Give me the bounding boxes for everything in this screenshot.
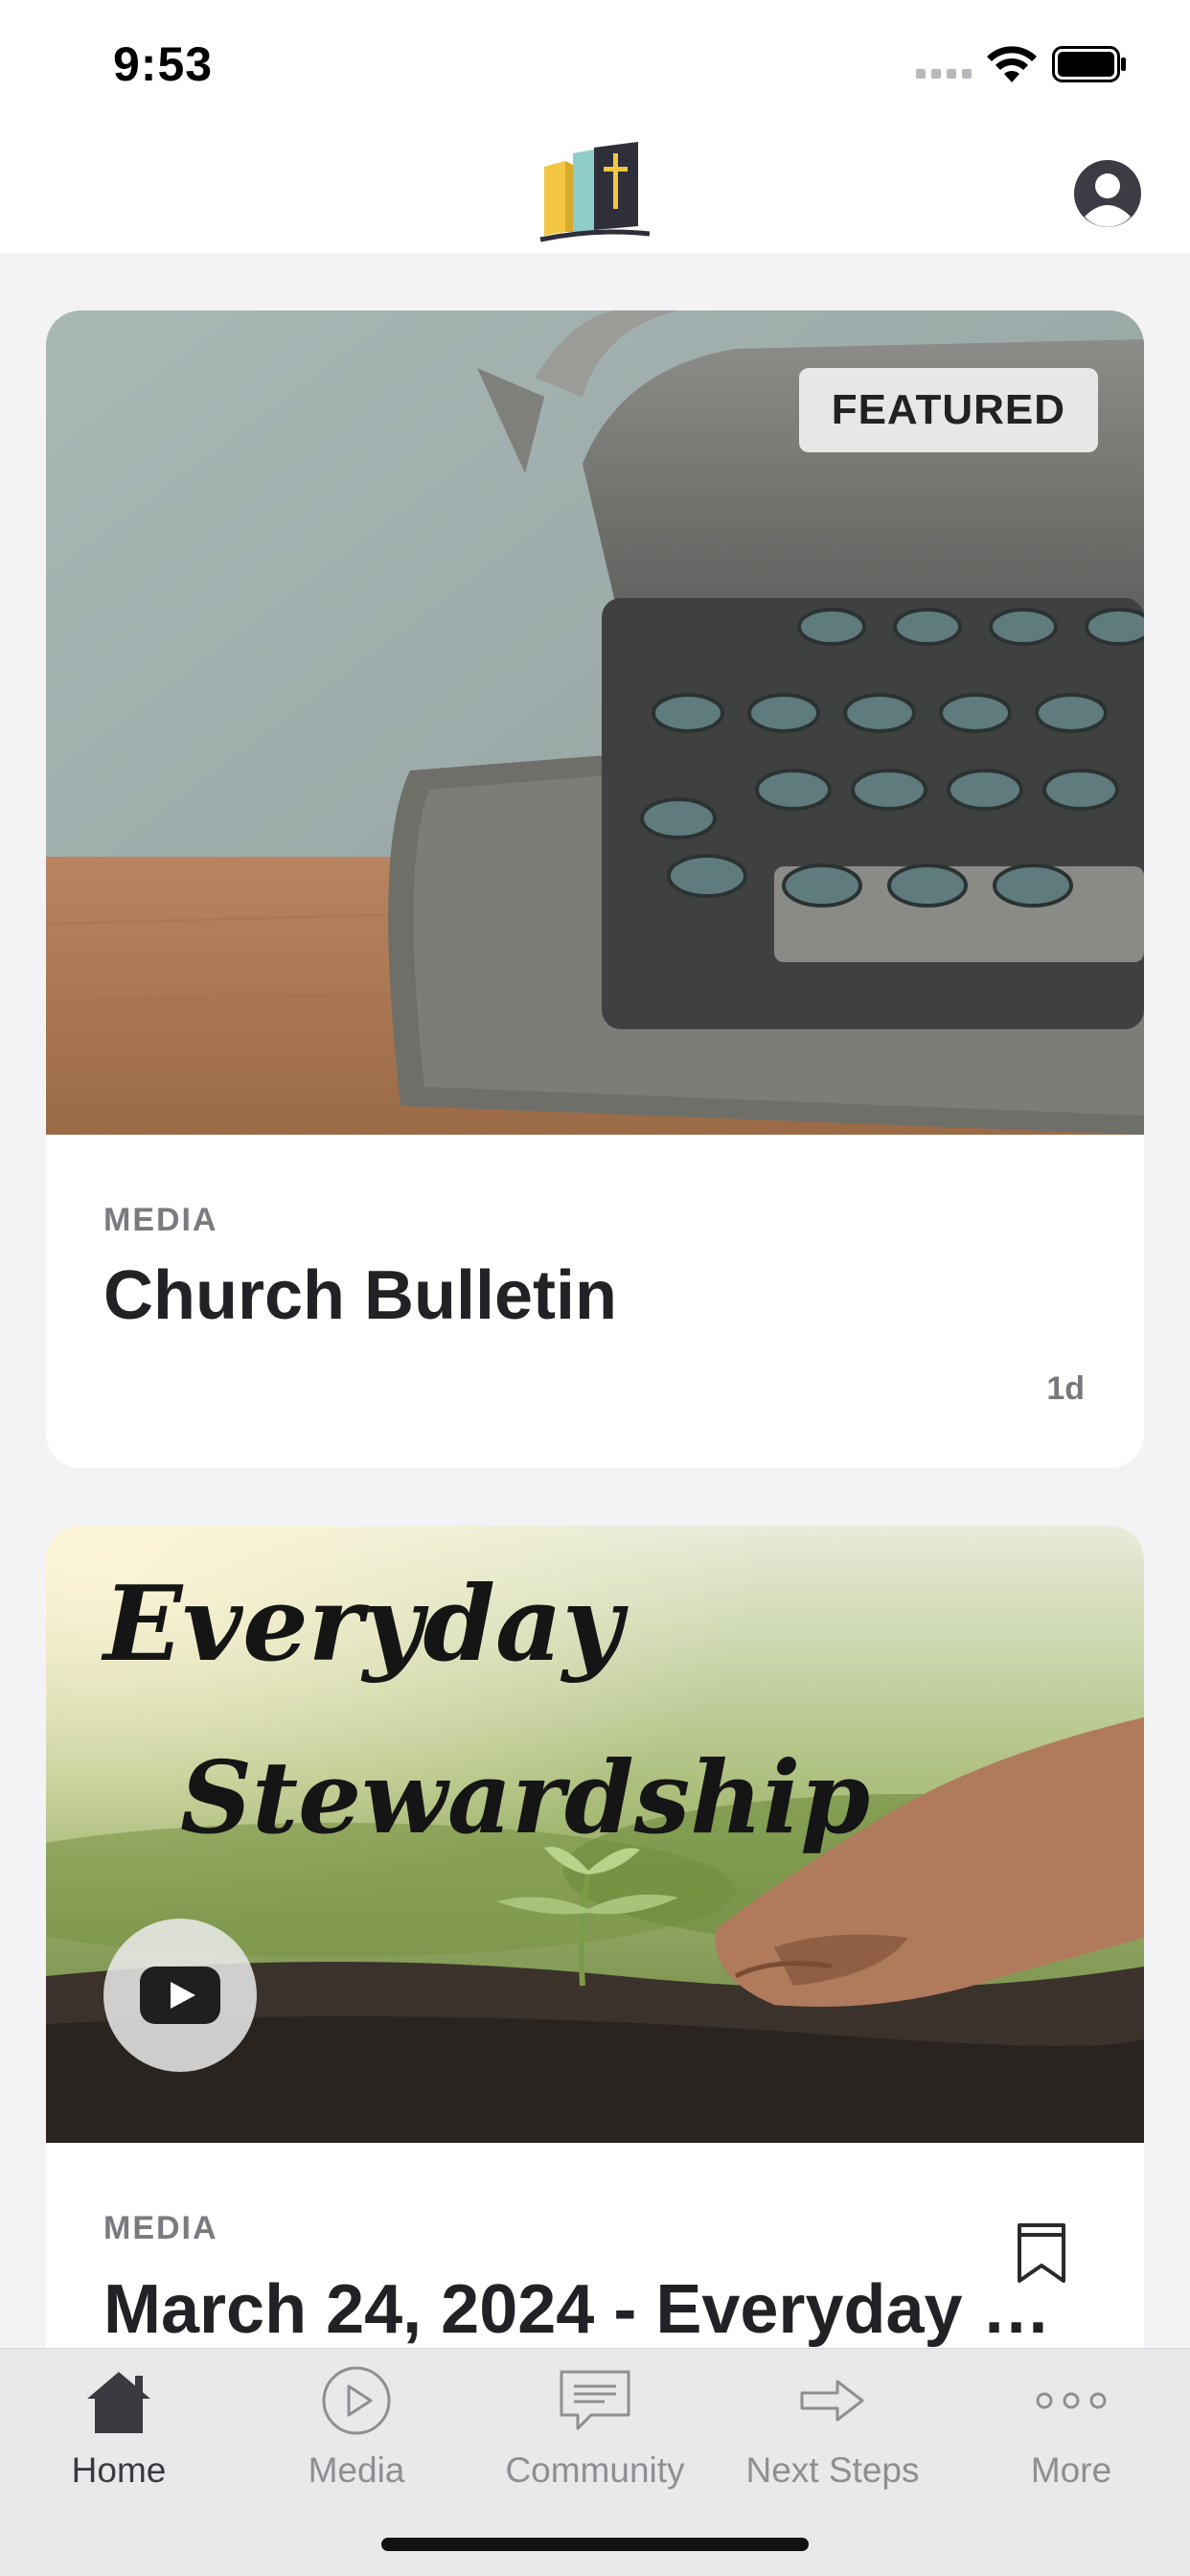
card-image-stewardship: Everyday Stewardship <box>46 1526 1144 2143</box>
card-age: 1d <box>1046 1370 1085 1407</box>
tab-next-steps[interactable]: Next Steps <box>714 2349 951 2502</box>
tab-more[interactable]: More <box>952 2349 1190 2502</box>
chat-bubble-icon <box>560 2370 630 2430</box>
play-circle-icon <box>322 2366 391 2435</box>
cellular-signal-icon <box>916 69 972 79</box>
featured-badge: FEATURED <box>798 368 1098 452</box>
tab-label: Community <box>505 2450 685 2490</box>
play-video-button[interactable] <box>103 1919 257 2072</box>
featured-card[interactable]: FEATURED MEDIA Church Bulletin 1d <box>46 310 1144 1468</box>
card-category: MEDIA <box>103 1202 218 1238</box>
tab-label: Home <box>71 2450 167 2490</box>
media-card[interactable]: Everyday Stewardship MEDIA March 24, 202… <box>46 1526 1144 2348</box>
status-bar: 9:53 <box>0 0 1190 128</box>
church-logo-icon <box>539 142 651 242</box>
tab-label: Next Steps <box>745 2450 920 2490</box>
tab-home[interactable]: Home <box>0 2349 238 2502</box>
home-icon <box>87 2372 150 2433</box>
bookmark-icon[interactable] <box>1016 2221 1067 2285</box>
home-indicator[interactable] <box>381 2538 809 2551</box>
card-title[interactable]: Church Bulletin <box>103 1256 1052 1335</box>
tab-media[interactable]: Media <box>238 2349 475 2502</box>
card-body: MEDIA March 24, 2024 - Everyday Stewards… <box>46 2143 1144 2348</box>
card-title[interactable]: March 24, 2024 - Everyday Stewardship <box>103 2270 1052 2348</box>
wifi-icon <box>987 46 1037 82</box>
status-time: 9:53 <box>113 37 214 91</box>
card-category: MEDIA <box>103 2210 218 2246</box>
tab-label: Media <box>308 2450 405 2490</box>
tab-label: More <box>1030 2450 1112 2490</box>
battery-icon <box>1052 46 1126 82</box>
app-header <box>0 128 1190 253</box>
card-body: MEDIA Church Bulletin 1d <box>46 1135 1144 1407</box>
arrow-right-icon <box>800 2380 864 2422</box>
more-dots-icon <box>1036 2392 1107 2409</box>
home-feed[interactable]: FEATURED MEDIA Church Bulletin 1d Everyd… <box>0 253 1190 2348</box>
image-text-stewardship: Stewardship <box>180 1738 870 1856</box>
tab-community[interactable]: Community <box>476 2349 714 2502</box>
image-text-everyday: Everyday <box>101 1564 629 1685</box>
card-image-typewriter: FEATURED <box>46 310 1144 1135</box>
profile-button[interactable] <box>1073 159 1142 228</box>
youtube-play-icon <box>140 1966 220 2024</box>
